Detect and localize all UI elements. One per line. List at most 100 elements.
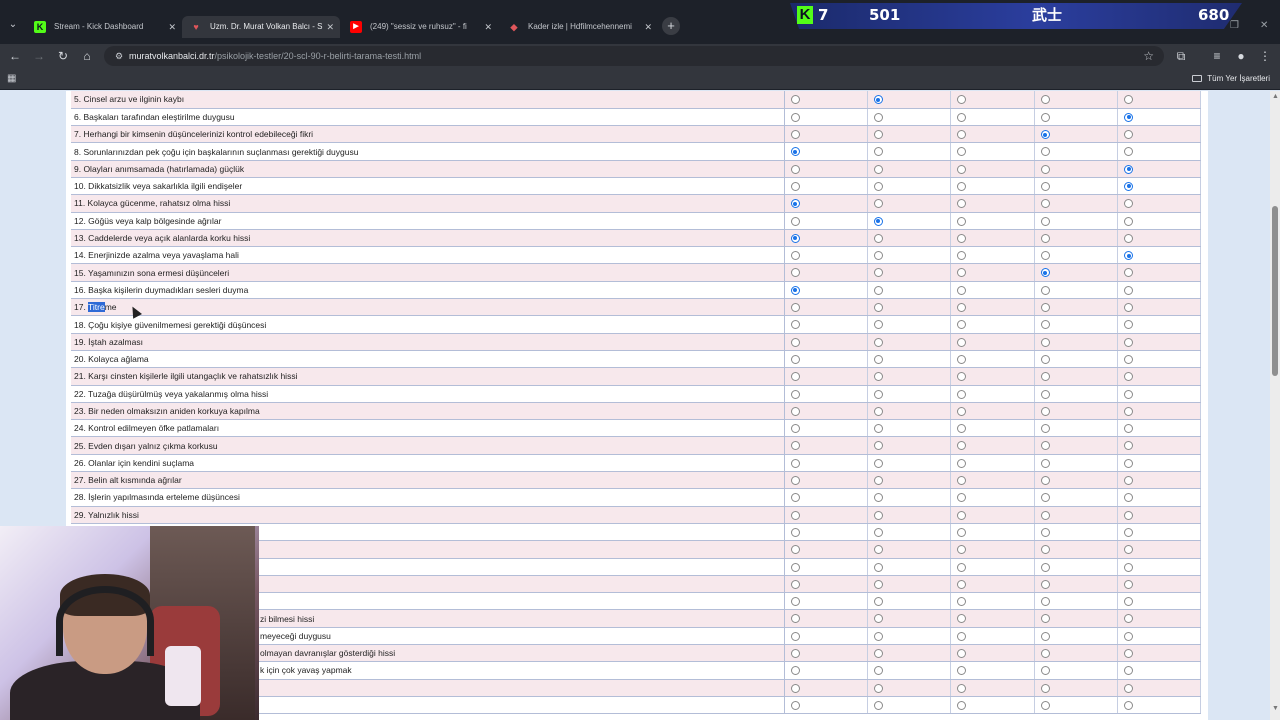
answer-radio-4[interactable] <box>1124 372 1134 382</box>
answer-radio-0[interactable] <box>790 545 800 555</box>
site-info-icon[interactable]: ⚙ <box>112 49 126 63</box>
answer-radio-0[interactable] <box>790 251 800 261</box>
tab-kader-izle[interactable]: ◆ Kader izle | Hdfilmcehennemi ✕ <box>500 16 658 38</box>
answer-radio-0[interactable] <box>790 389 800 399</box>
answer-radio-2[interactable] <box>957 337 967 347</box>
answer-radio-1[interactable] <box>873 406 883 416</box>
answer-radio-4[interactable] <box>1124 700 1134 710</box>
answer-radio-1[interactable] <box>873 424 883 434</box>
answer-radio-4[interactable] <box>1124 112 1134 122</box>
answer-radio-1[interactable] <box>873 597 883 607</box>
answer-radio-4[interactable] <box>1124 631 1134 641</box>
answer-radio-0[interactable] <box>790 476 800 486</box>
answer-radio-0[interactable] <box>790 649 800 658</box>
answer-radio-1[interactable] <box>873 389 883 399</box>
answer-radio-3[interactable] <box>1040 683 1050 693</box>
answer-radio-0[interactable] <box>790 285 800 295</box>
back-arrow-icon[interactable]: ← <box>7 48 23 64</box>
apps-grid-icon[interactable]: ▦ <box>7 73 19 85</box>
answer-radio-0[interactable] <box>790 216 800 226</box>
answer-radio-2[interactable] <box>957 181 967 191</box>
answer-radio-0[interactable] <box>790 268 800 278</box>
answer-radio-0[interactable] <box>790 614 800 624</box>
answer-radio-2[interactable] <box>957 631 967 641</box>
answer-radio-0[interactable] <box>790 700 800 710</box>
close-window-icon[interactable]: ✕ <box>1260 20 1268 31</box>
answer-radio-4[interactable] <box>1124 666 1134 676</box>
answer-radio-0[interactable] <box>790 441 800 451</box>
answer-radio-4[interactable] <box>1124 510 1134 520</box>
tab-kick-dashboard[interactable]: K Stream - Kick Dashboard ✕ <box>26 16 182 38</box>
answer-radio-1[interactable] <box>873 579 883 589</box>
answer-radio-3[interactable] <box>1040 631 1050 641</box>
answer-radio-3[interactable] <box>1040 303 1050 313</box>
answer-radio-4[interactable] <box>1124 424 1134 434</box>
answer-radio-4[interactable] <box>1124 493 1134 503</box>
tab-youtube[interactable]: ▶ (249) "sessiz ve ruhsuz" - fi ✕ <box>342 16 498 38</box>
answer-radio-2[interactable] <box>957 476 967 486</box>
answer-radio-4[interactable] <box>1124 303 1134 313</box>
answer-radio-3[interactable] <box>1040 700 1050 710</box>
answer-radio-2[interactable] <box>957 458 967 468</box>
answer-radio-1[interactable] <box>873 510 883 520</box>
answer-radio-4[interactable] <box>1124 614 1134 624</box>
profile-avatar-icon[interactable]: ● <box>1233 48 1249 64</box>
forward-arrow-icon[interactable]: → <box>31 48 47 64</box>
answer-radio-0[interactable] <box>790 424 800 434</box>
answer-radio-1[interactable] <box>873 233 883 243</box>
answer-radio-3[interactable] <box>1040 666 1050 676</box>
close-icon[interactable]: ✕ <box>644 16 652 38</box>
answer-radio-4[interactable] <box>1124 181 1134 191</box>
extensions-icon[interactable]: ⧉ <box>1173 48 1189 64</box>
answer-radio-3[interactable] <box>1040 476 1050 486</box>
answer-radio-4[interactable] <box>1124 545 1134 555</box>
answer-radio-0[interactable] <box>790 164 800 174</box>
answer-radio-3[interactable] <box>1040 285 1050 295</box>
answer-radio-3[interactable] <box>1040 268 1050 278</box>
answer-radio-0[interactable] <box>790 233 800 243</box>
answer-radio-2[interactable] <box>957 95 967 104</box>
answer-radio-2[interactable] <box>957 527 967 537</box>
answer-radio-3[interactable] <box>1040 458 1050 468</box>
answer-radio-1[interactable] <box>873 112 883 122</box>
answer-radio-3[interactable] <box>1040 614 1050 624</box>
answer-radio-2[interactable] <box>957 216 967 226</box>
answer-radio-1[interactable] <box>873 285 883 295</box>
answer-radio-3[interactable] <box>1040 510 1050 520</box>
answer-radio-1[interactable] <box>873 527 883 537</box>
answer-radio-0[interactable] <box>790 95 800 104</box>
answer-radio-4[interactable] <box>1124 147 1134 157</box>
answer-radio-4[interactable] <box>1124 441 1134 451</box>
answer-radio-2[interactable] <box>957 164 967 174</box>
answer-radio-2[interactable] <box>957 268 967 278</box>
answer-radio-2[interactable] <box>957 389 967 399</box>
tab-murat-volkan-balci[interactable]: ♥ Uzm. Dr. Murat Volkan Balcı - S ✕ <box>182 16 340 38</box>
tab-search-chevron-icon[interactable]: ⌄ <box>6 18 20 32</box>
answer-radio-3[interactable] <box>1040 233 1050 243</box>
menu-kebab-icon[interactable]: ⋮ <box>1257 48 1273 64</box>
bookmark-star-icon[interactable]: ☆ <box>1143 46 1154 66</box>
answer-radio-1[interactable] <box>873 354 883 364</box>
answer-radio-2[interactable] <box>957 424 967 434</box>
answer-radio-3[interactable] <box>1040 527 1050 537</box>
answer-radio-1[interactable] <box>873 614 883 624</box>
answer-radio-0[interactable] <box>790 562 800 572</box>
answer-radio-4[interactable] <box>1124 285 1134 295</box>
answer-radio-3[interactable] <box>1040 164 1050 174</box>
address-bar[interactable]: ⚙ muratvolkanbalci.dr.tr/psikolojik-test… <box>104 46 1164 66</box>
answer-radio-4[interactable] <box>1124 579 1134 589</box>
answer-radio-2[interactable] <box>957 320 967 330</box>
page-scrollbar[interactable]: ▲ ▼ <box>1270 91 1280 720</box>
answer-radio-2[interactable] <box>957 579 967 589</box>
scroll-up-icon[interactable]: ▲ <box>1272 93 1279 100</box>
answer-radio-0[interactable] <box>790 631 800 641</box>
answer-radio-2[interactable] <box>957 493 967 503</box>
answer-radio-2[interactable] <box>957 354 967 364</box>
answer-radio-0[interactable] <box>790 527 800 537</box>
answer-radio-0[interactable] <box>790 406 800 416</box>
answer-radio-1[interactable] <box>873 337 883 347</box>
answer-radio-1[interactable] <box>873 476 883 486</box>
answer-radio-1[interactable] <box>873 372 883 382</box>
answer-radio-4[interactable] <box>1124 458 1134 468</box>
answer-radio-1[interactable] <box>873 631 883 641</box>
